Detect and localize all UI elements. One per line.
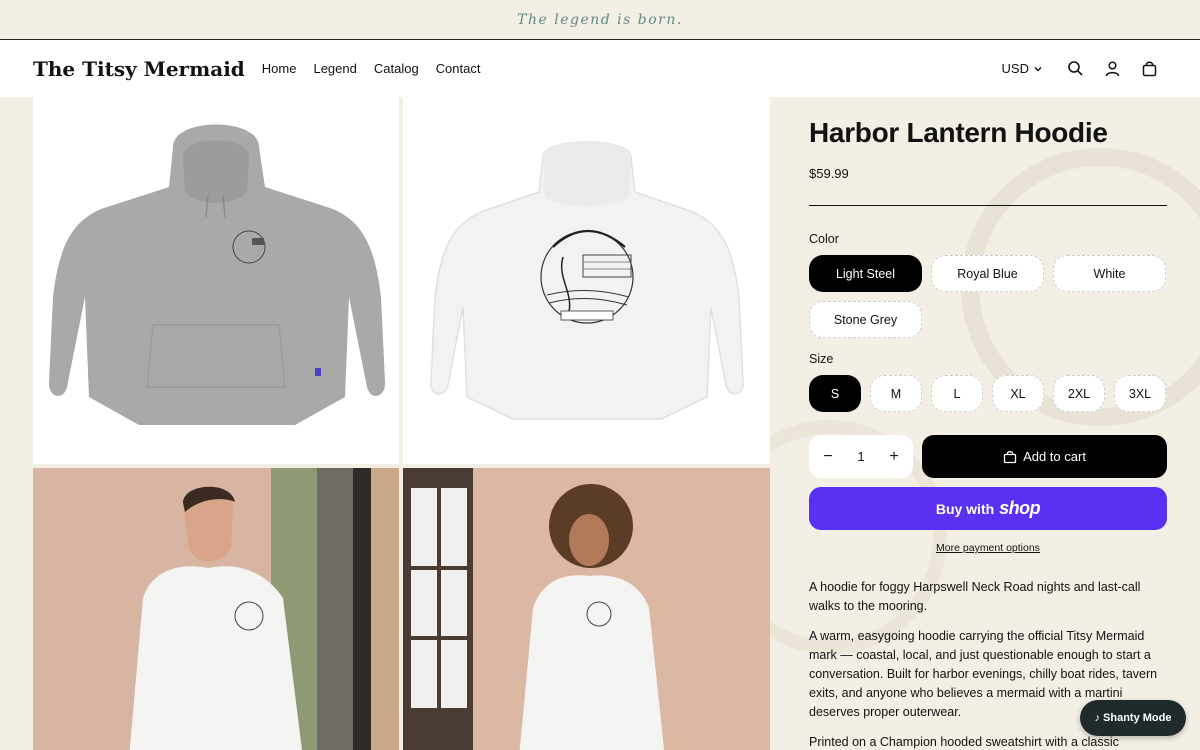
site-header: The Titsy Mermaid Home Legend Catalog Co… (0, 40, 1200, 97)
add-to-cart-label: Add to cart (1023, 449, 1086, 464)
product-price: $59.99 (809, 166, 849, 181)
main-nav: Home Legend Catalog Contact (262, 61, 481, 76)
size-options: S M L XL 2XL 3XL (809, 375, 1167, 412)
product-image-back[interactable] (403, 97, 770, 464)
nav-catalog[interactable]: Catalog (374, 61, 419, 76)
size-label: Size (809, 352, 834, 366)
size-option-m[interactable]: M (870, 375, 922, 412)
product-page: Harbor Lantern Hoodie $59.99 Color Light… (0, 97, 1200, 750)
search-icon[interactable] (1067, 60, 1084, 77)
header-actions: USD (1002, 40, 1158, 97)
buy-with-shop-button[interactable]: Buy with shop (809, 487, 1167, 530)
shanty-mode-label: Shanty Mode (1103, 712, 1172, 724)
size-option-2xl[interactable]: 2XL (1053, 375, 1105, 412)
shop-logo: shop (999, 498, 1041, 518)
product-gallery (33, 97, 770, 750)
color-option-white[interactable]: White (1053, 255, 1166, 292)
nav-home[interactable]: Home (262, 61, 297, 76)
product-image-front[interactable] (33, 97, 399, 464)
product-image-model-man[interactable] (33, 468, 399, 750)
nav-contact[interactable]: Contact (436, 61, 481, 76)
chevron-down-icon (1033, 64, 1043, 74)
color-option-light-steel[interactable]: Light Steel (809, 255, 922, 292)
buy-with-label: Buy with (935, 500, 995, 517)
announcement-text: The legend is born. (517, 11, 683, 28)
model-woman-illustration (403, 468, 770, 750)
product-image-model-woman[interactable] (403, 468, 770, 750)
shanty-mode-button[interactable]: ♪ Shanty Mode (1080, 700, 1186, 736)
size-option-s[interactable]: S (809, 375, 861, 412)
decrease-quantity-button[interactable]: − (821, 448, 835, 466)
color-label: Color (809, 232, 839, 246)
color-option-stone-grey[interactable]: Stone Grey (809, 301, 922, 338)
size-option-xl[interactable]: XL (992, 375, 1044, 412)
size-option-3xl[interactable]: 3XL (1114, 375, 1166, 412)
quantity-value[interactable]: 1 (857, 449, 864, 464)
description-paragraph: A hoodie for foggy Harpswell Neck Road n… (809, 580, 1141, 613)
cart-add-icon (1003, 450, 1017, 464)
size-option-l[interactable]: L (931, 375, 983, 412)
add-to-cart-button[interactable]: Add to cart (922, 435, 1167, 478)
purchase-row: − 1 + Add to cart (809, 435, 1167, 478)
product-title: Harbor Lantern Hoodie (809, 117, 1108, 148)
color-option-royal-blue[interactable]: Royal Blue (931, 255, 1044, 292)
hoodie-gray-illustration (33, 97, 399, 464)
account-icon[interactable] (1104, 60, 1121, 77)
currency-label: USD (1001, 61, 1029, 76)
cart-icon[interactable] (1141, 60, 1158, 77)
divider (809, 205, 1167, 206)
music-note-icon: ♪ (1094, 712, 1101, 724)
announcement-bar: The legend is born. (0, 0, 1200, 40)
increase-quantity-button[interactable]: + (887, 448, 901, 466)
quantity-stepper: − 1 + (809, 435, 913, 478)
color-options: Light Steel Royal Blue White Stone Grey (809, 255, 1167, 338)
nav-legend[interactable]: Legend (313, 61, 356, 76)
product-info: Harbor Lantern Hoodie $59.99 Color Light… (809, 97, 1167, 750)
currency-selector[interactable]: USD (1002, 61, 1043, 76)
more-payment-options-link[interactable]: More payment options (809, 542, 1167, 554)
hoodie-white-illustration (403, 97, 770, 464)
model-man-illustration (33, 468, 399, 750)
site-logo[interactable]: The Titsy Mermaid (33, 57, 245, 81)
